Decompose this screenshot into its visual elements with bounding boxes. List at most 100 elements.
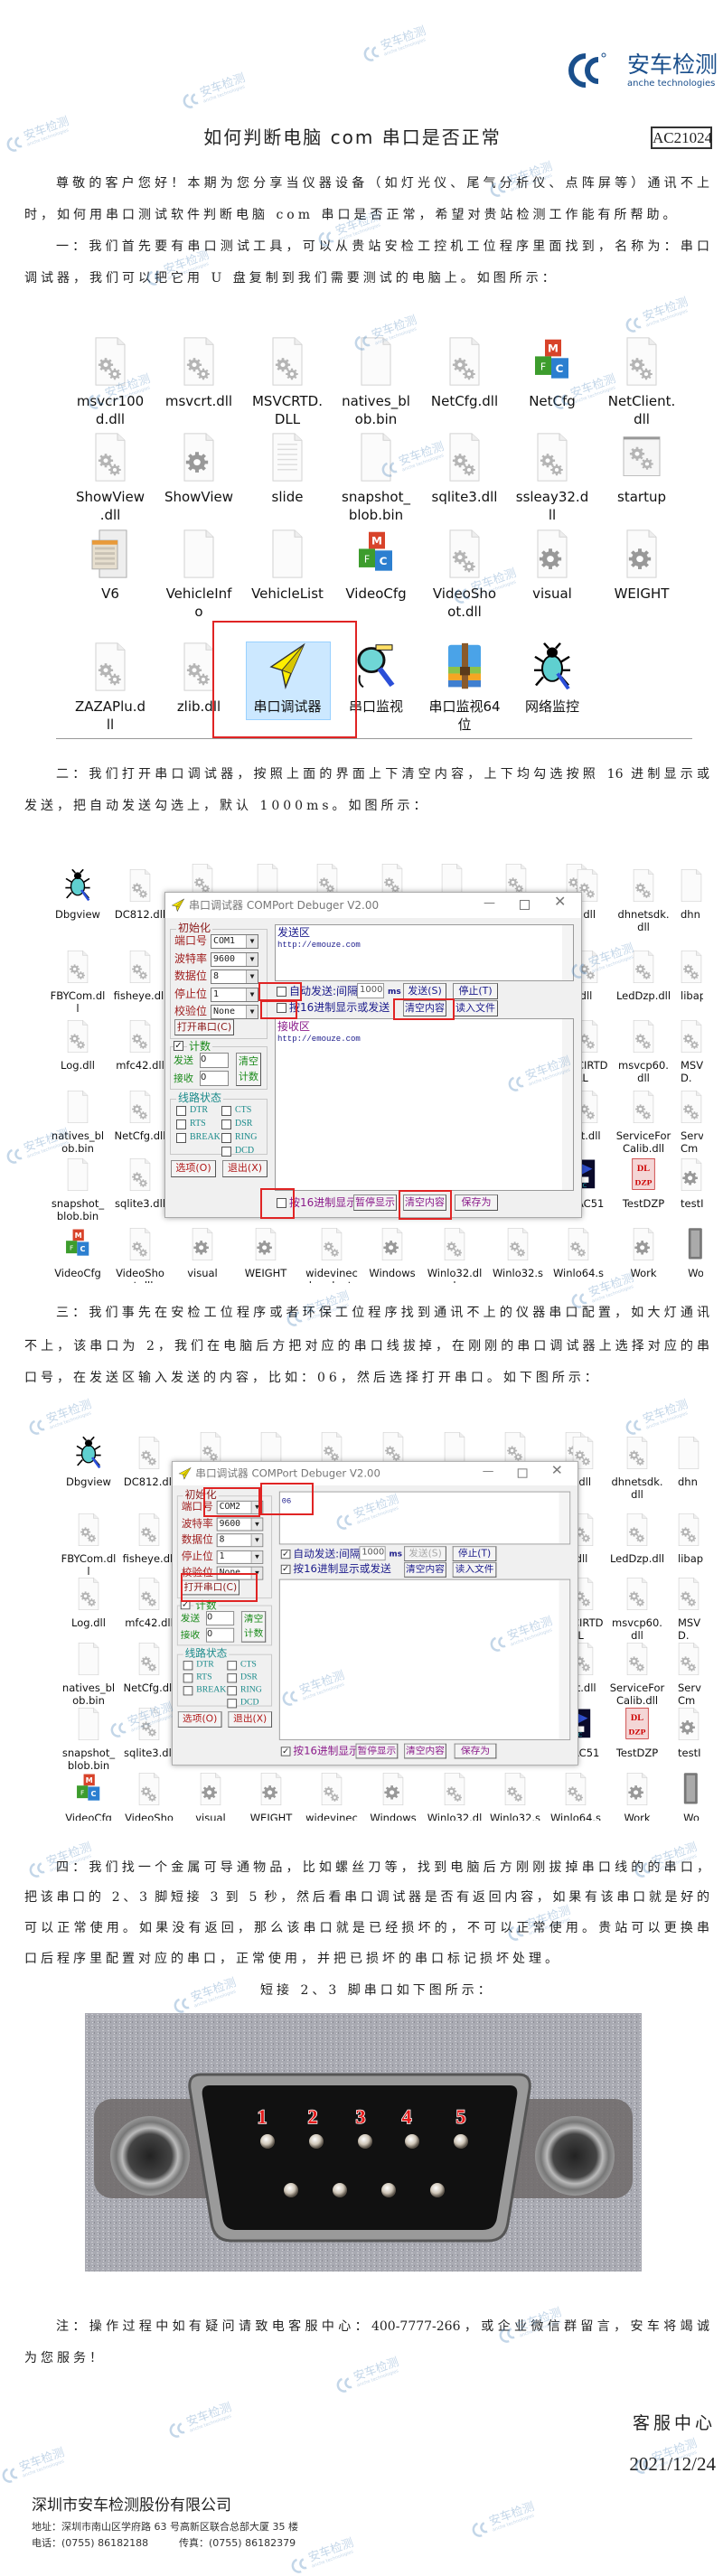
exit-button[interactable]: 退出(X) [222, 1160, 268, 1177]
gear-doc-icon[interactable] [179, 336, 219, 387]
pause-display-button[interactable]: 暂停显示 [353, 1194, 397, 1211]
gear-doc-icon[interactable] [136, 1436, 163, 1470]
blank-doc-icon[interactable] [75, 1642, 102, 1676]
file-label[interactable]: Serv [681, 1129, 703, 1142]
gear-on-doc-icon[interactable] [258, 1772, 285, 1806]
blank-doc-icon[interactable] [64, 1090, 91, 1124]
file-label[interactable]: WEIGHT [598, 585, 685, 603]
file-label[interactable]: snapshot_ [333, 488, 419, 506]
receive-area[interactable] [278, 1578, 571, 1740]
send-button[interactable]: 发送(S) [404, 1546, 446, 1562]
file-label[interactable]: DC812.dll [108, 908, 172, 921]
gear-doc-icon[interactable] [75, 1513, 102, 1547]
gear-on-doc-icon[interactable] [252, 1227, 279, 1261]
file-label[interactable]: dll [612, 921, 675, 933]
gear-doc-icon[interactable] [630, 950, 657, 984]
gear-doc-icon[interactable] [127, 1090, 154, 1124]
file-label[interactable]: Windows [361, 1267, 424, 1279]
chevron-down-icon[interactable]: ▼ [250, 1534, 263, 1547]
gear-doc-icon[interactable] [127, 1227, 154, 1261]
gear-doc-icon[interactable] [318, 1772, 345, 1806]
gear-doc-icon[interactable] [136, 1577, 163, 1611]
gear-doc-icon[interactable] [64, 1019, 91, 1054]
file-label[interactable]: snapshot_ [57, 1747, 120, 1759]
hex-send-checkbox[interactable]: ✓ [280, 1564, 291, 1575]
file-label[interactable]: TestDZP [606, 1747, 669, 1759]
file-label[interactable]: MSV [678, 1616, 700, 1629]
receive-area[interactable]: 接收区 http://emouze.com [275, 1018, 574, 1191]
auto-send-checkbox[interactable]: ✓ [280, 1549, 291, 1560]
dl-dzp-icon[interactable]: DL DZP [630, 1157, 657, 1192]
clear-count-button[interactable]: 清空计数 [236, 1053, 261, 1086]
blank-doc-icon[interactable] [356, 336, 396, 387]
file-label[interactable]: l [423, 1279, 486, 1283]
file-label[interactable]: Winlo64.s [544, 1812, 607, 1821]
blank-doc-icon[interactable] [678, 868, 703, 903]
file-label[interactable]: Calib.dll [606, 1694, 669, 1707]
gear-doc-icon[interactable] [565, 1227, 592, 1261]
gear-doc-icon[interactable] [624, 1577, 651, 1611]
scrollbar[interactable] [559, 1579, 570, 1739]
status-checkbox[interactable] [176, 1133, 186, 1143]
file-label[interactable]: VideoCfg [50, 1267, 109, 1279]
file-label[interactable]: blob.bin [57, 1759, 120, 1772]
gear-doc-icon[interactable] [136, 1513, 163, 1547]
gear-doc-icon[interactable] [445, 432, 484, 482]
combo-port[interactable]: COM1 ▼ [211, 934, 258, 949]
file-label[interactable]: V6 [67, 585, 154, 603]
send-button[interactable]: 发送(S) [403, 983, 446, 999]
blank-doc-icon[interactable] [356, 432, 396, 482]
stop-button[interactable]: 停止(T) [453, 983, 498, 999]
open-port-button[interactable]: 打开串口(C) [174, 1019, 234, 1035]
gear-on-doc-icon[interactable] [380, 1772, 407, 1806]
clear-receive-button[interactable]: 清空内容 [404, 1743, 446, 1759]
chevron-down-icon[interactable]: ▼ [246, 935, 258, 948]
minimize-button[interactable]: — [483, 1466, 494, 1478]
combo-baud[interactable]: 9600 ▼ [211, 951, 258, 967]
file-label[interactable]: NetCfg.dll [421, 392, 508, 410]
file-label[interactable]: blob.bin [333, 506, 419, 524]
dl-dzp-icon[interactable]: DL DZP [624, 1707, 651, 1741]
gear-doc-icon[interactable] [630, 868, 657, 903]
gear-doc-icon[interactable] [624, 1513, 651, 1547]
chevron-down-icon[interactable]: ▼ [246, 988, 258, 1001]
file-label[interactable]: VideoSho [117, 1812, 181, 1821]
file-label[interactable]: testI [678, 1747, 700, 1759]
gear-on-doc-icon[interactable] [197, 1772, 224, 1806]
gear-on-doc-icon[interactable] [675, 1707, 702, 1741]
combo-stopbits[interactable]: 1 ▼ [216, 1550, 264, 1564]
chevron-down-icon[interactable]: ▼ [246, 952, 258, 966]
file-label[interactable]: D. [678, 1629, 690, 1642]
gear-doc-icon[interactable] [622, 336, 662, 387]
file-label[interactable]: l [50, 1002, 109, 1015]
file-label[interactable]: ShowView [155, 488, 242, 506]
file-label[interactable]: FBYCom.dl [50, 989, 109, 1002]
gear-on-doc-icon[interactable] [189, 1227, 216, 1261]
gear-window-icon[interactable] [622, 432, 662, 482]
file-label[interactable]: startup [598, 488, 685, 506]
file-label[interactable]: dll [606, 1488, 669, 1501]
file-label[interactable]: dll [612, 1072, 675, 1084]
chevron-down-icon[interactable]: ▼ [250, 1517, 263, 1531]
file-label[interactable]: FBYCom.dl [57, 1552, 120, 1565]
count-checkbox[interactable]: ✓ [174, 1041, 183, 1051]
gear-doc-icon[interactable] [630, 1019, 657, 1054]
status-checkbox[interactable] [227, 1686, 238, 1696]
file-label[interactable]: VehicleInf [155, 585, 242, 603]
status-checkbox[interactable] [176, 1119, 186, 1129]
gear-doc-icon[interactable] [136, 1772, 163, 1806]
gear-doc-icon[interactable] [75, 1577, 102, 1611]
status-checkbox[interactable] [183, 1686, 193, 1696]
file-label[interactable]: libap [678, 1552, 703, 1565]
file-label[interactable]: ob.bin [333, 410, 419, 428]
file-label[interactable]: VehicleList [244, 585, 331, 603]
bug-icon[interactable] [532, 642, 572, 692]
gear-doc-icon[interactable] [678, 950, 703, 984]
file-label[interactable]: slide [244, 488, 331, 506]
file-label[interactable]: ot.dll [421, 603, 508, 621]
file-label[interactable]: testI [681, 1197, 703, 1210]
blank-doc-icon[interactable] [675, 1436, 702, 1470]
gear-doc-icon[interactable] [675, 1577, 702, 1611]
file-label[interactable]: WEIGHT [239, 1812, 303, 1821]
send-area[interactable]: 发送区 http://emouze.com [275, 924, 574, 981]
